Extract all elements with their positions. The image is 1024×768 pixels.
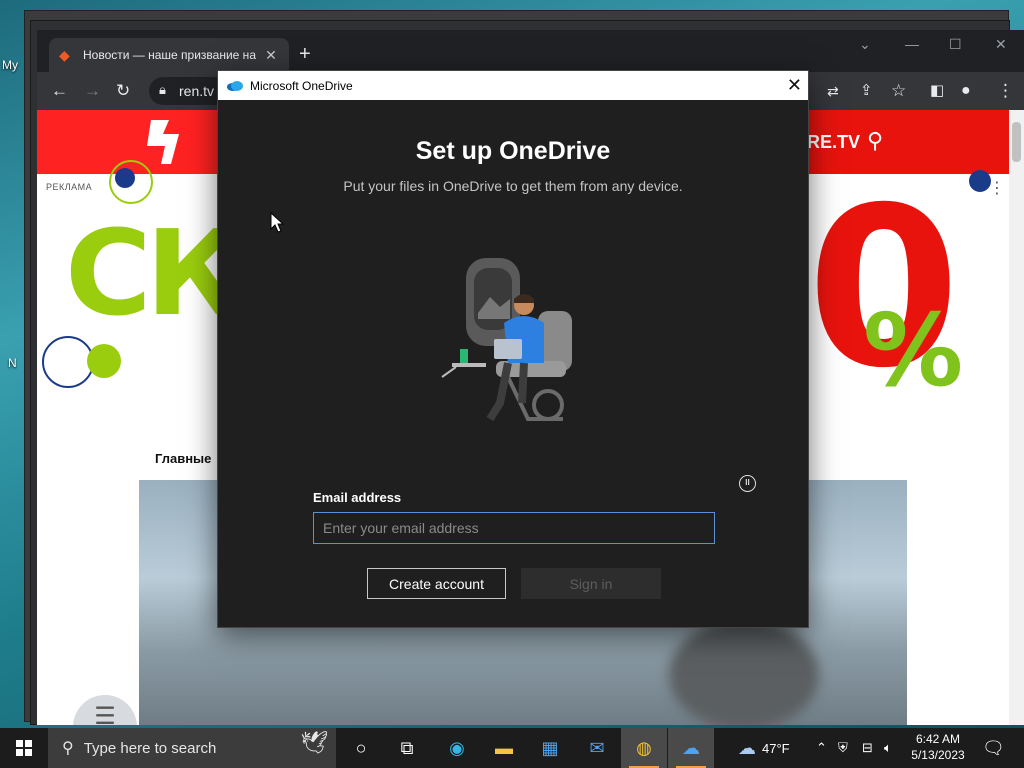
side-panel-icon[interactable]: ◧ [930, 81, 944, 101]
dialog-subheading: Put your files in OneDrive to get them f… [343, 178, 683, 194]
dialog-close-button[interactable]: ✕ [787, 74, 802, 96]
store-icon[interactable]: ▦ [527, 728, 573, 768]
taskbar-search-box[interactable]: ⚲ Type here to search 🕊︎ [48, 728, 336, 768]
translate-icon[interactable]: ⇄ [827, 81, 839, 101]
maximize-button[interactable]: ☐ [949, 36, 962, 53]
dialog-heading: Set up OneDrive [415, 137, 611, 165]
security-shield-icon[interactable]: ⛨ [838, 728, 848, 768]
site-search-icon[interactable]: ⚲ [867, 128, 883, 154]
notifications-icon[interactable]: 🗨︎ [982, 728, 1005, 768]
tab-search-icon[interactable]: ⌄ [859, 36, 871, 53]
ad-headline: СК [65, 204, 242, 342]
clock-time: 6:42 AM [915, 732, 961, 746]
window-close-button[interactable]: ✕ [995, 36, 1007, 53]
ad-decor-circle [969, 170, 991, 192]
taskbar-search-placeholder: Type here to search [83, 739, 217, 757]
site-brand-text[interactable]: RE.TV [807, 132, 860, 153]
page-scrollbar[interactable] [1009, 110, 1024, 725]
system-clock[interactable]: 6:42 AM 5/13/2023 [908, 731, 968, 763]
onedrive-setup-icon[interactable]: ☁ [668, 728, 714, 768]
forward-arrow-icon[interactable]: → [84, 81, 101, 101]
tab-strip: ◆ Новости — наше призвание на ✕ + ⌄ — ☐ … [37, 30, 1024, 72]
browser-tab[interactable]: ◆ Новости — наше призвание на ✕ [49, 38, 289, 72]
smoke-cloud [669, 620, 819, 725]
desktop-icon-label[interactable]: My [2, 58, 18, 72]
file-explorer-icon[interactable]: ▬ [481, 728, 527, 768]
weather-widget[interactable]: ☁ 47°F [738, 728, 790, 768]
volume-icon[interactable]: 🔈︎ [884, 728, 892, 768]
start-button[interactable] [0, 728, 48, 768]
search-icon: ⚲ [62, 740, 74, 757]
dialog-title-bar[interactable]: Microsoft OneDrive ✕ [218, 71, 808, 100]
mouse-cursor-icon [270, 212, 284, 233]
back-arrow-icon[interactable]: ← [51, 81, 68, 101]
address-text: ren.tv [179, 83, 215, 99]
onedrive-setup-dialog: Microsoft OneDrive ✕ Set up OneDrive Put… [217, 70, 809, 628]
cortana-icon[interactable]: ○ [338, 728, 384, 768]
clock-date: 5/13/2023 [911, 748, 965, 762]
task-view-icon[interactable]: ⧉ [384, 728, 430, 768]
network-icon[interactable]: ⊟ [862, 728, 873, 768]
new-tab-button[interactable]: + [299, 44, 311, 64]
onedrive-cloud-icon [227, 80, 243, 91]
scrollbar-thumb[interactable] [1012, 122, 1021, 162]
profile-icon[interactable]: ● [961, 81, 971, 101]
tab-title: Новости — наше призвание на [83, 48, 256, 62]
chrome-icon[interactable]: ◍ [621, 728, 667, 768]
ad-decor-circle [115, 168, 135, 188]
traveler-illustration [441, 258, 572, 422]
edge-icon[interactable]: ◉ [434, 728, 480, 768]
mail-icon[interactable]: ✉ [574, 728, 620, 768]
minimize-button[interactable]: — [905, 36, 919, 52]
ad-options-icon[interactable]: ⋮ [989, 178, 1005, 198]
share-icon[interactable]: ⇪ [860, 81, 873, 101]
email-input[interactable] [313, 512, 715, 544]
pause-animation-button[interactable]: II [739, 475, 756, 492]
email-label: Email address [313, 490, 402, 505]
section-title[interactable]: Главные [155, 451, 211, 466]
ad-decor-circle [87, 344, 121, 378]
lock-icon[interactable]: 🔒︎ [159, 82, 166, 98]
taskbar: ⚲ Type here to search 🕊︎ ○ ⧉ ◉ ▬ ▦ ✉ ◍ ☁… [0, 728, 1024, 768]
create-account-button[interactable]: Create account [367, 568, 506, 599]
menu-kebab-icon[interactable]: ⋮ [997, 81, 1014, 101]
reload-icon[interactable]: ↻ [116, 81, 130, 101]
ren-tv-favicon-icon: ◆ [59, 47, 70, 63]
search-highlight-icon[interactable]: 🕊︎ [300, 730, 328, 756]
tab-close-icon[interactable]: ✕ [263, 47, 279, 64]
desktop-icon-label[interactable]: N [8, 356, 17, 370]
tray-overflow-icon[interactable]: ⌃ [816, 728, 827, 768]
ad-percent: % [863, 292, 964, 409]
dialog-window-title: Microsoft OneDrive [250, 78, 353, 93]
bookmark-star-icon[interactable]: ☆ [891, 81, 906, 101]
weather-temperature: 47°F [762, 740, 790, 756]
ad-label: РЕКЛАМА [46, 182, 93, 192]
sign-in-button[interactable]: Sign in [521, 568, 661, 599]
cloud-weather-icon: ☁ [738, 737, 756, 758]
windows-logo-icon [16, 740, 32, 756]
